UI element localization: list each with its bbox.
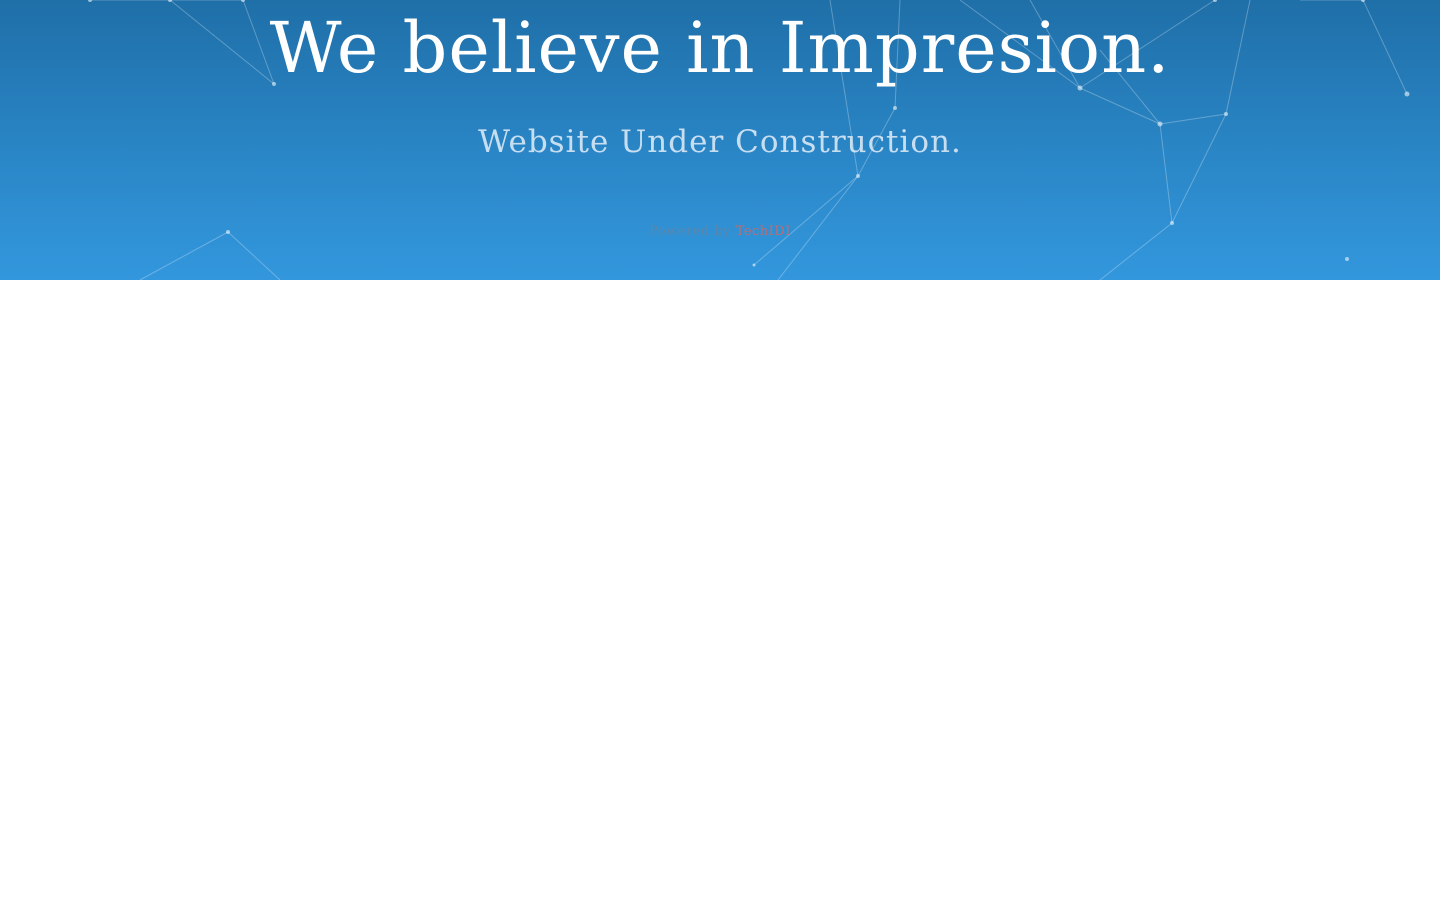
page-subheadline: Website Under Construction. (478, 124, 962, 160)
powered-by-link[interactable]: TechIDI (736, 224, 791, 239)
hero-banner: We believe in Impresion. Website Under C… (0, 0, 1440, 280)
powered-by-footer: Powered by TechIDI (0, 223, 1440, 241)
page-headline: We believe in Impresion. (269, 7, 1171, 89)
powered-by-label: Powered by (649, 224, 732, 239)
blank-content-area (0, 280, 1440, 900)
